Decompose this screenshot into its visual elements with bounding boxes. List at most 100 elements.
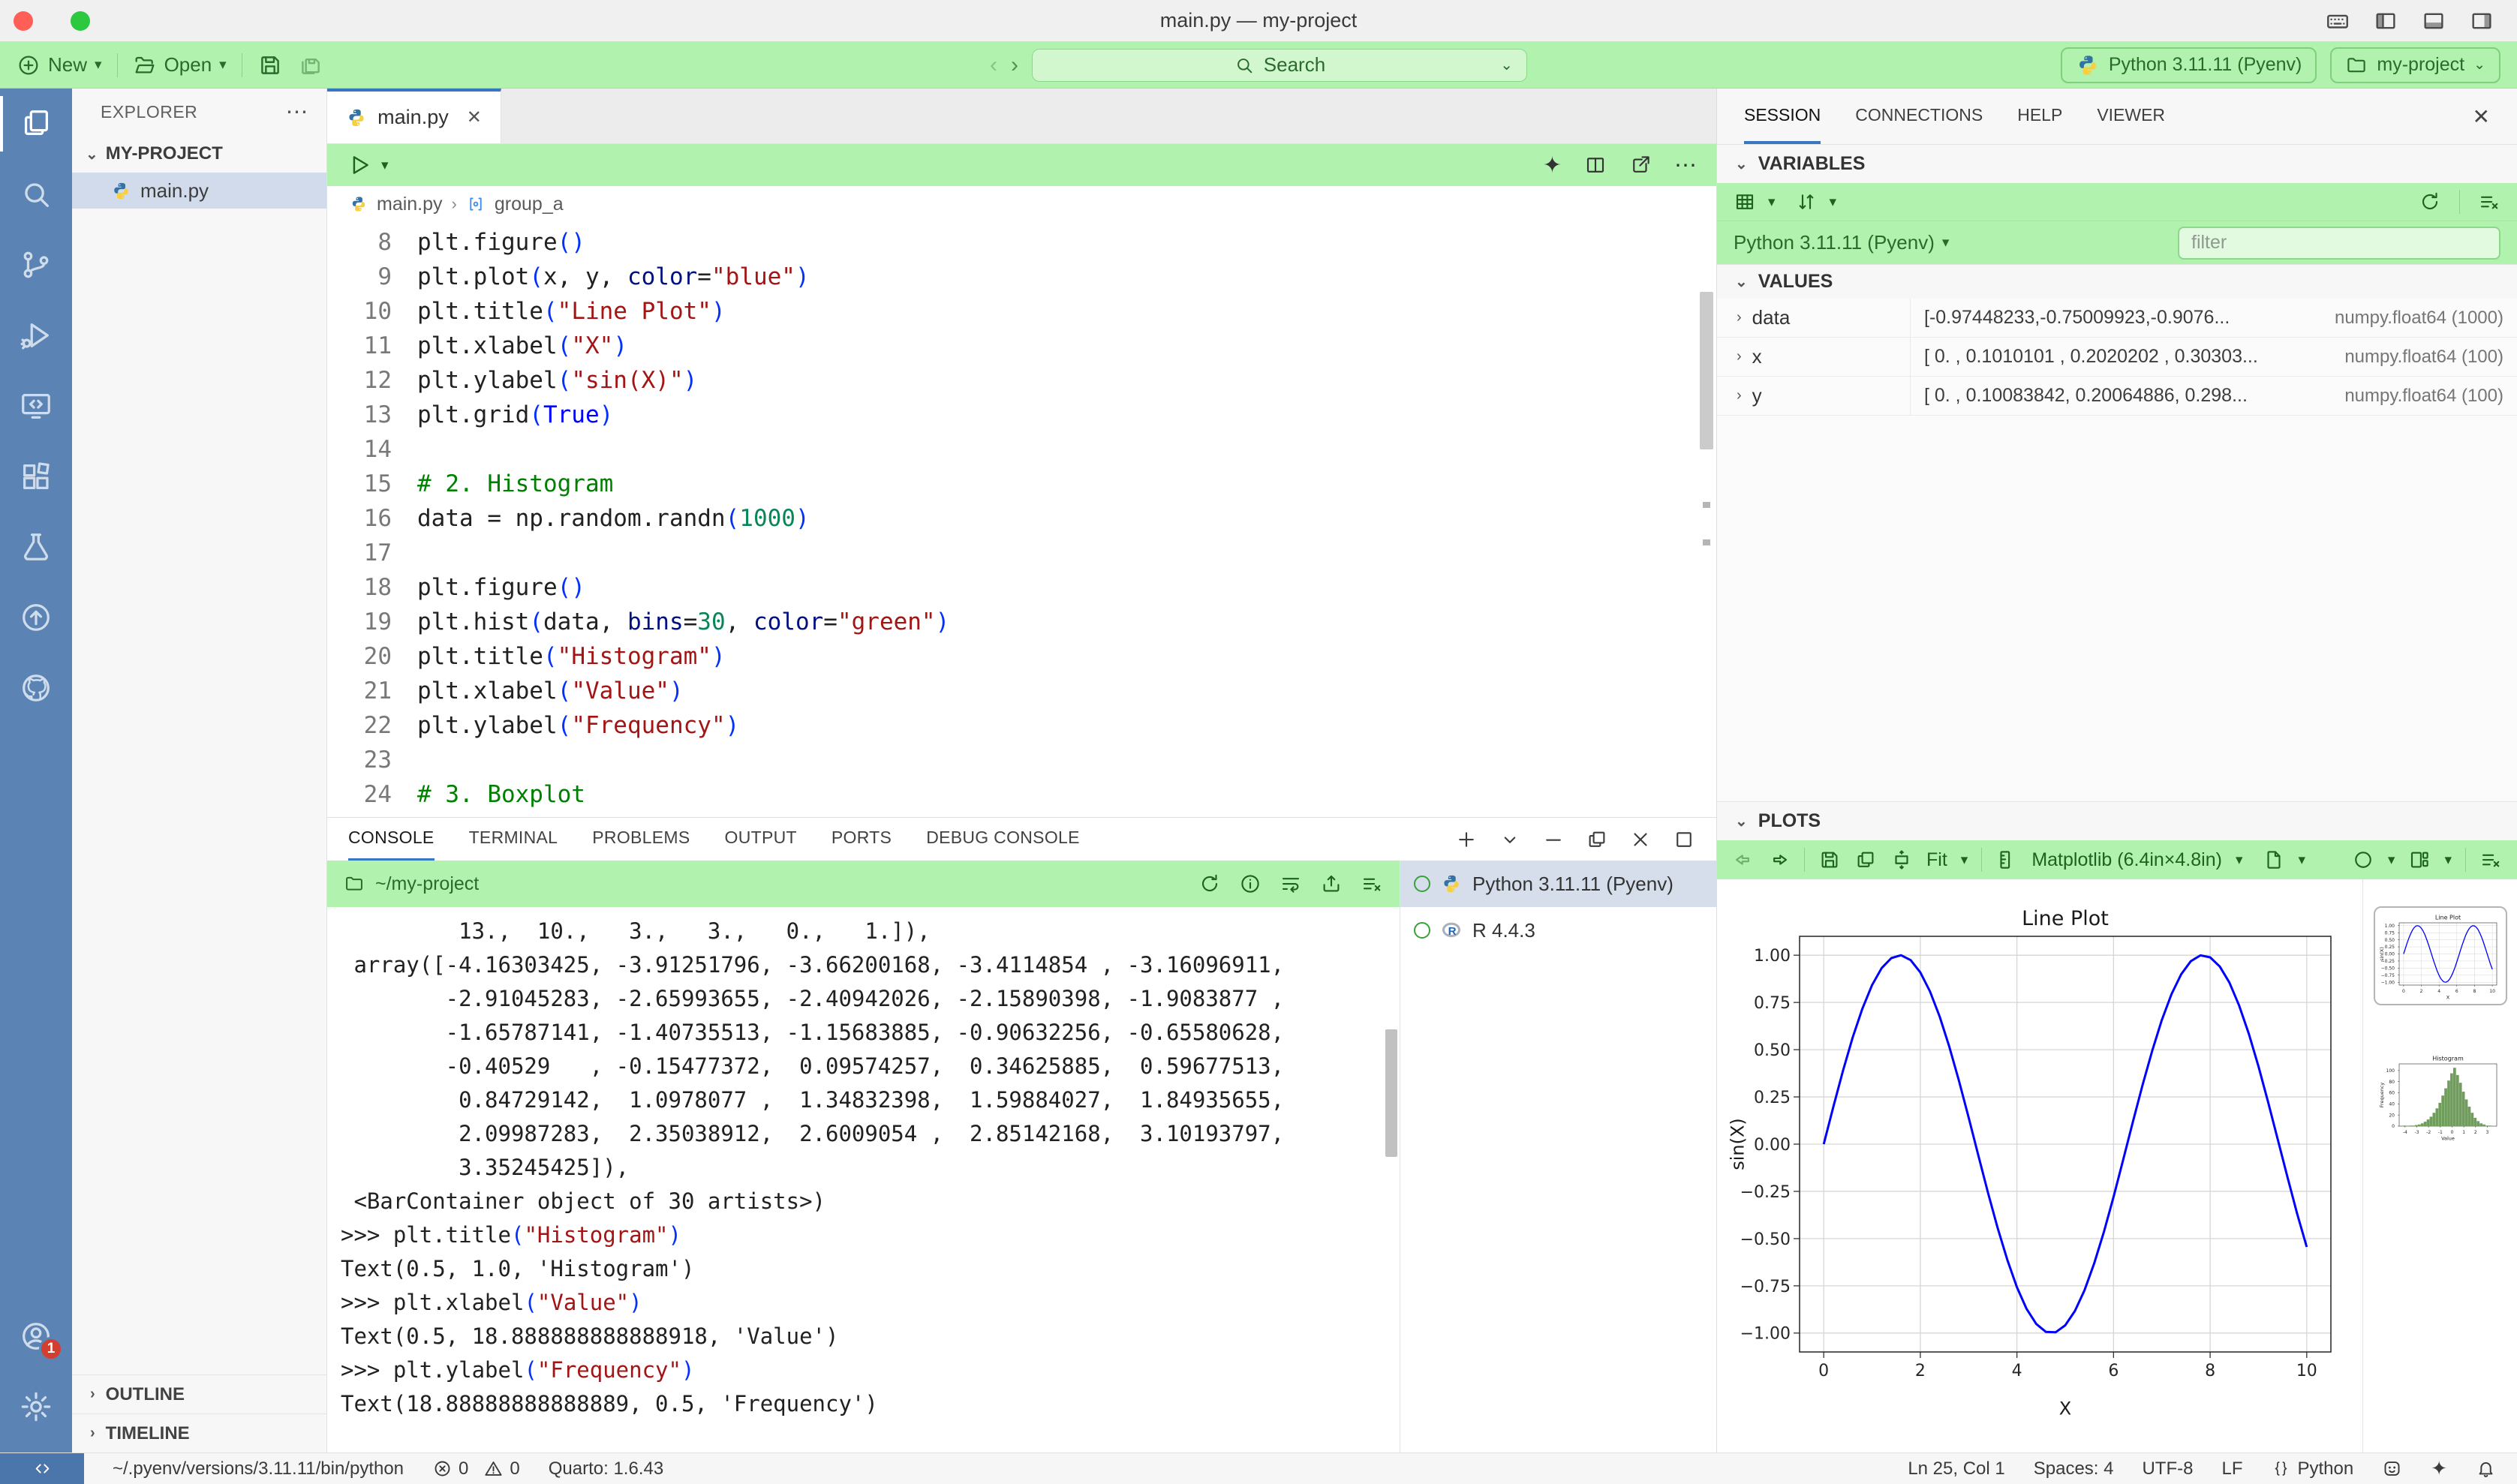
word-wrap-icon[interactable] <box>1280 873 1302 895</box>
activity-bar-item[interactable] <box>0 653 72 723</box>
chevron-down-icon[interactable]: ▾ <box>2299 852 2306 869</box>
layout-sidebar-left-icon[interactable] <box>2373 8 2398 34</box>
project-selector-button[interactable]: my-project ⌄ <box>2330 47 2500 83</box>
clear-icon[interactable] <box>1361 873 1383 895</box>
activity-bar-item[interactable] <box>0 582 72 653</box>
thumbnails-layout-icon[interactable] <box>2408 849 2431 871</box>
chevron-down-icon[interactable]: ▾ <box>2236 852 2243 869</box>
clear-variables-icon[interactable] <box>2478 191 2500 213</box>
close-icon[interactable] <box>1629 828 1652 851</box>
values-section-header[interactable]: ⌄ VALUES <box>1717 264 2517 299</box>
more-actions-icon[interactable]: ⋯ <box>286 99 309 125</box>
activity-bar-item[interactable] <box>0 371 72 441</box>
activity-bar-item[interactable] <box>0 441 72 512</box>
console-output[interactable]: 13., 10., 3., 3., 0., 1.]), array([-4.16… <box>327 907 1400 1452</box>
restart-icon[interactable] <box>1198 873 1221 895</box>
split-editor-icon[interactable] <box>1584 154 1607 176</box>
panel-tab[interactable]: PROBLEMS <box>592 818 690 861</box>
assistant-sparkle-icon[interactable]: ✦ <box>1543 152 1562 179</box>
panel-tab[interactable]: CONSOLE <box>348 818 435 861</box>
nav-forward-icon[interactable]: › <box>1011 53 1018 78</box>
zoom-window-button[interactable] <box>71 11 90 31</box>
clear-plots-icon[interactable] <box>2479 849 2502 871</box>
breadcrumb[interactable]: main.py › group_a <box>327 186 1716 222</box>
accounts-button[interactable]: 1 <box>0 1301 72 1371</box>
session-panel-tab[interactable]: VIEWER <box>2097 89 2165 144</box>
plot-thumbnail-histogram[interactable]: -4-3-2-10123020406080100HistogramValueFr… <box>2374 1047 2507 1146</box>
fit-plot-icon[interactable] <box>1890 849 1913 871</box>
variable-row[interactable]: › data [-0.97448233,-0.75009923,-0.9076.… <box>1717 299 2517 338</box>
session-panel-tab[interactable]: CONNECTIONS <box>1855 89 1983 144</box>
theme-circle-icon[interactable] <box>2352 849 2374 871</box>
remote-indicator[interactable] <box>0 1453 84 1484</box>
chevron-down-icon[interactable]: ▾ <box>2388 852 2395 869</box>
save-plot-icon[interactable] <box>1818 849 1841 871</box>
save-all-button[interactable] <box>298 53 323 78</box>
project-root-item[interactable]: ⌄ MY-PROJECT <box>72 135 326 173</box>
save-button[interactable] <box>257 53 283 78</box>
status-interpreter-path[interactable]: ~/.pyenv/versions/3.11.11/bin/python <box>113 1458 404 1479</box>
panel-tab[interactable]: DEBUG CONSOLE <box>926 818 1080 861</box>
status-encoding[interactable]: UTF-8 <box>2142 1458 2193 1479</box>
maximize-icon[interactable] <box>1673 828 1695 851</box>
run-file-button[interactable] <box>347 152 372 178</box>
status-cursor-position[interactable]: Ln 25, Col 1 <box>1908 1458 2004 1479</box>
plots-section-header[interactable]: ⌄ PLOTS <box>1717 801 2517 840</box>
feedback-icon[interactable] <box>2382 1458 2402 1479</box>
panel-tab[interactable]: PORTS <box>831 818 892 861</box>
sidebar-section-header[interactable]: › TIMELINE <box>72 1413 326 1452</box>
export-icon[interactable] <box>1320 873 1343 895</box>
status-language-mode[interactable]: Python <box>2271 1458 2353 1479</box>
interpreter-selector-button[interactable]: Python 3.11.11 (Pyenv) <box>2061 47 2317 83</box>
chevron-down-icon[interactable]: ▾ <box>2444 852 2452 869</box>
grid-view-icon[interactable] <box>1734 191 1756 213</box>
bell-icon[interactable] <box>2476 1458 2496 1479</box>
close-panel-icon[interactable]: ✕ <box>2473 104 2490 129</box>
variables-section-header[interactable]: ⌄ VARIABLES <box>1717 144 2517 183</box>
status-eol[interactable]: LF <box>2221 1458 2242 1479</box>
session-panel-tab[interactable]: HELP <box>2017 89 2062 144</box>
next-plot-icon[interactable] <box>1768 849 1791 871</box>
fit-label[interactable]: Fit <box>1926 849 1947 871</box>
console-session-item[interactable]: R R 4.4.3 <box>1400 907 1716 954</box>
chevron-down-icon[interactable] <box>1499 828 1521 851</box>
sidebar-section-header[interactable]: › OUTLINE <box>72 1374 326 1413</box>
search-input[interactable]: Search ⌄ <box>1032 49 1527 82</box>
keyboard-icon[interactable] <box>2325 8 2350 34</box>
variable-row[interactable]: › y [ 0. , 0.10083842, 0.20064886, 0.298… <box>1717 377 2517 416</box>
nav-back-icon[interactable]: ‹ <box>990 53 997 78</box>
file-tree-item[interactable]: main.py <box>72 173 326 209</box>
variables-interpreter-label[interactable]: Python 3.11.11 (Pyenv) <box>1734 231 1935 254</box>
panel-tab[interactable]: TERMINAL <box>469 818 558 861</box>
more-actions-icon[interactable]: ⋯ <box>1674 152 1697 179</box>
variable-row[interactable]: › x [ 0. , 0.1010101 , 0.2020202 , 0.303… <box>1717 338 2517 377</box>
console-scrollbar[interactable] <box>1385 1029 1397 1157</box>
variables-filter-input[interactable] <box>2178 227 2500 260</box>
activity-bar-item[interactable] <box>0 89 72 159</box>
activity-bar-item[interactable] <box>0 300 72 371</box>
plot-size-ruler-icon[interactable] <box>1995 849 2018 871</box>
close-tab-icon[interactable]: ✕ <box>467 107 482 128</box>
activity-bar-item[interactable] <box>0 230 72 300</box>
settings-button[interactable] <box>0 1371 72 1442</box>
open-button[interactable]: Open ▾ <box>133 53 227 77</box>
chevron-down-icon[interactable]: ▾ <box>1961 852 1968 869</box>
status-problems[interactable]: 0 0 <box>432 1458 520 1479</box>
close-window-button[interactable] <box>14 11 33 31</box>
new-button[interactable]: New ▾ <box>17 53 102 77</box>
activity-bar-item[interactable] <box>0 159 72 230</box>
chevron-down-icon[interactable]: ▾ <box>1768 194 1776 211</box>
layout-panel-bottom-icon[interactable] <box>2421 8 2446 34</box>
refresh-icon[interactable] <box>2419 191 2441 213</box>
info-icon[interactable] <box>1239 873 1262 895</box>
editor-scrollbar[interactable] <box>1700 292 1713 449</box>
editor-tab-main-py[interactable]: main.py ✕ <box>327 89 501 143</box>
copy-plot-icon[interactable] <box>1854 849 1877 871</box>
plot-thumbnail-line[interactable]: 0246810−1.00−0.75−0.50−0.250.000.250.500… <box>2374 906 2507 1005</box>
chevron-down-icon[interactable]: ▾ <box>1942 234 1950 251</box>
console-session-item[interactable]: Python 3.11.11 (Pyenv) <box>1400 861 1716 907</box>
open-in-new-icon[interactable] <box>1629 154 1652 176</box>
export-plot-icon[interactable] <box>2263 849 2285 871</box>
code-editor[interactable]: 8 plt.figure() 9 plt.plot(x, y, color="b… <box>327 222 1716 817</box>
restore-icon[interactable] <box>1586 828 1608 851</box>
